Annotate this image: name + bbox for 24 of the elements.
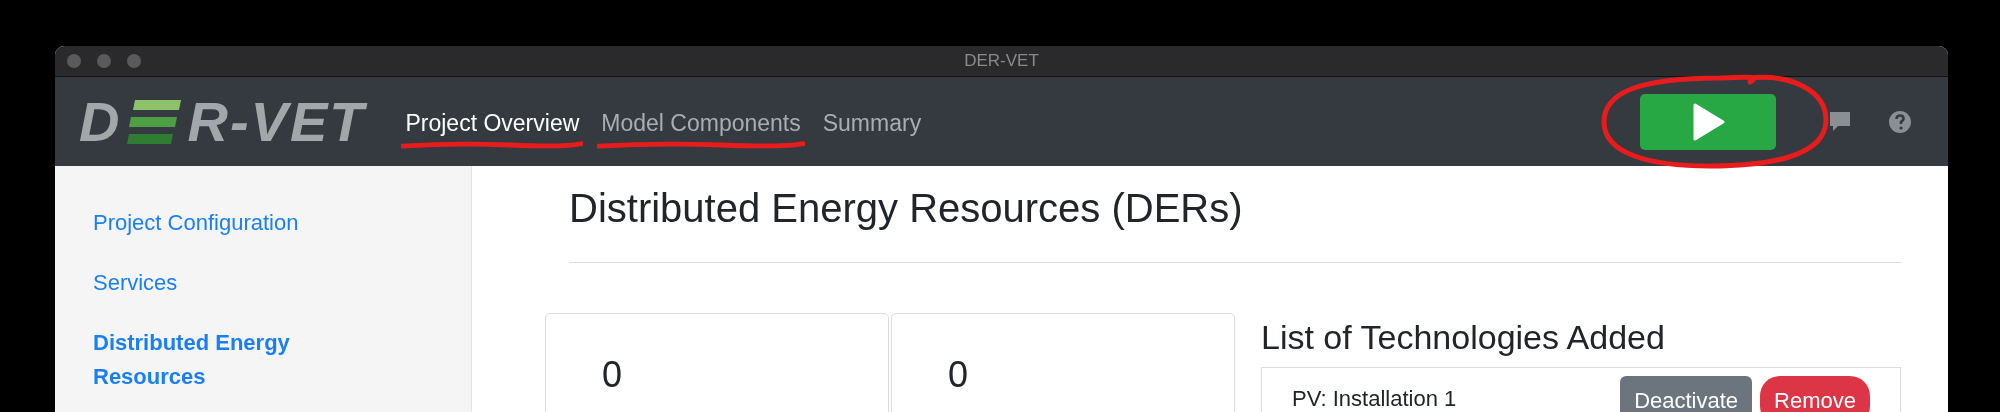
sidebar-link[interactable]: Distributed Energy Resources <box>93 326 323 394</box>
window-control-icon[interactable] <box>97 54 111 68</box>
nav-tab[interactable]: Project Overview <box>405 104 580 143</box>
logo-text: R-VET <box>187 93 366 150</box>
nav-tab[interactable]: Summary <box>822 104 922 143</box>
section-heading: List of Technologies Added <box>1261 317 1666 357</box>
count-value: 0 <box>602 354 623 395</box>
page-heading: Distributed Energy Resources (DERs) <box>569 185 1244 232</box>
remove-button[interactable]: Remove <box>1760 376 1870 412</box>
play-icon <box>1691 102 1725 141</box>
technology-name: PV: Installation 1 <box>1292 386 1457 412</box>
chat-icon[interactable] <box>1828 109 1852 134</box>
count-value: 0 <box>948 354 969 395</box>
deactivate-button[interactable]: Deactivate <box>1620 376 1753 412</box>
window-title: DER-VET <box>964 51 1039 71</box>
window-control-icon[interactable] <box>127 54 141 68</box>
sidebar-link[interactable]: Services <box>93 266 323 300</box>
help-icon[interactable] <box>1888 109 1912 134</box>
logo-bars-icon <box>127 99 182 144</box>
sidebar-link[interactable]: Project Configuration <box>93 206 323 240</box>
window-control-icon[interactable] <box>67 54 81 68</box>
nav-tab[interactable]: Model Components <box>601 104 801 143</box>
logo-text: D <box>79 93 122 150</box>
run-button[interactable] <box>1640 93 1776 150</box>
